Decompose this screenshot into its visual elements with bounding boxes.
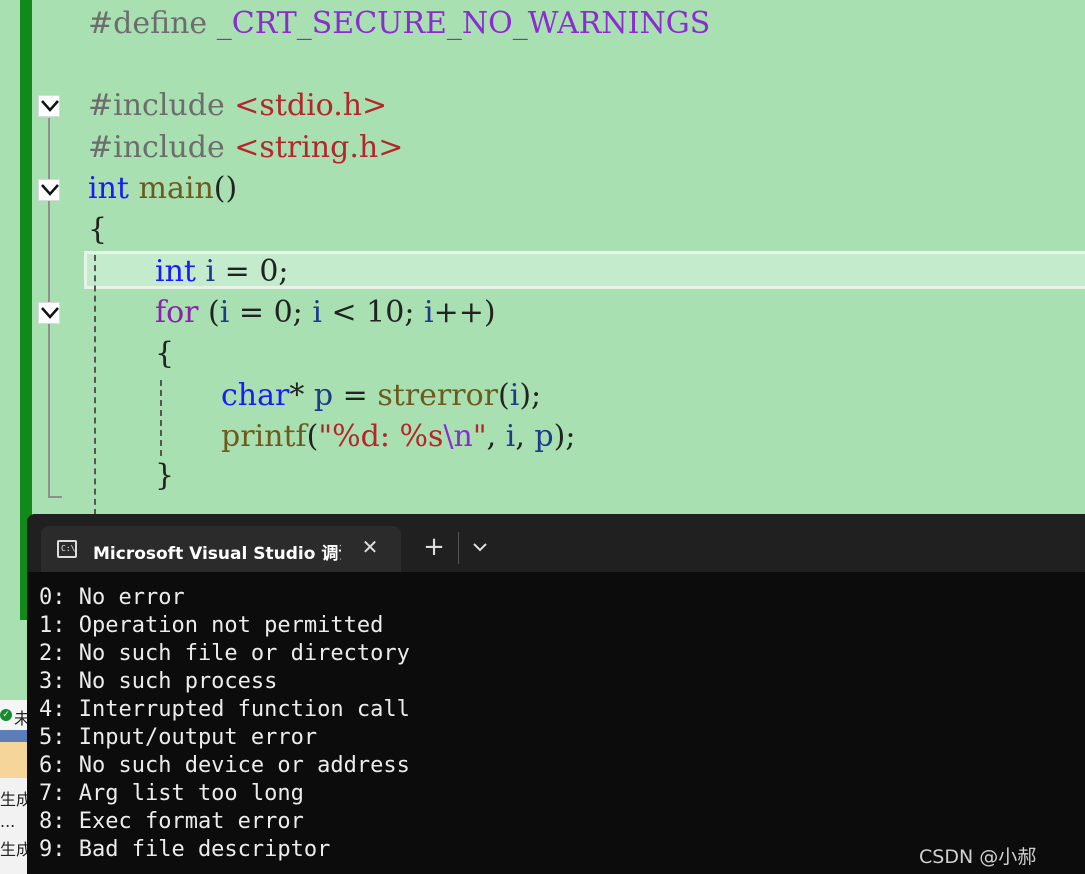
fold-guide-end [48, 496, 62, 498]
console-output-line: 1: Operation not permitted [39, 613, 384, 638]
chevron-down-icon [41, 100, 59, 112]
console-output-line: 7: Arg list too long [39, 781, 304, 806]
console-icon: C:\ [57, 540, 77, 558]
console-output-line: 8: Exec format error [39, 809, 304, 834]
close-icon[interactable]: ✕ [359, 536, 381, 558]
fold-toggle-for[interactable] [38, 302, 60, 324]
console-output-line: 9: Bad file descriptor [39, 837, 331, 862]
console-output-line: 4: Interrupted function call [39, 697, 410, 722]
terminal-tab-bar: C:\ Microsoft Visual Studio 调试控制台 ✕ + [27, 514, 1085, 572]
code-line-main: int main() [88, 171, 238, 206]
code-line-for: for (i = 0; i < 10; i++) [155, 295, 496, 330]
indent-guide-outer [94, 255, 96, 515]
console-output-line: 2: No such file or directory [39, 641, 410, 666]
code-line-inner-close: } [155, 458, 175, 493]
tab-bar-separator [458, 532, 459, 564]
code-line-include-stdio: #include <stdio.h> [88, 88, 388, 123]
fold-toggle-main[interactable] [38, 179, 60, 201]
console-output-line: 5: Input/output error [39, 725, 318, 750]
code-line-decl: int i = 0; [155, 254, 289, 289]
fold-toggle-includes[interactable] [38, 95, 60, 117]
chevron-down-icon [41, 184, 59, 196]
check-icon: ✓ [0, 709, 12, 721]
indent-guide-inner [160, 380, 162, 456]
code-line-open-brace: { [88, 212, 108, 247]
code-line-inner-open: { [155, 336, 175, 371]
underlying-panel-header [0, 730, 27, 742]
code-line-printf: printf("%d: %s\n", i, p); [221, 419, 576, 454]
code-line-include-string: #include <string.h> [88, 130, 404, 165]
new-tab-button[interactable]: + [423, 534, 445, 560]
console-output[interactable]: 0: No error 1: Operation not permitted 2: … [39, 584, 410, 864]
editor-left-margin [0, 0, 20, 620]
underlying-panel-text: ... [0, 812, 16, 831]
chevron-down-icon [41, 307, 59, 319]
chevron-down-icon[interactable] [469, 536, 491, 558]
console-output-line: 0: No error [39, 585, 185, 610]
console-output-line: 3: No such process [39, 669, 278, 694]
console-output-line: 6: No such device or address [39, 753, 410, 778]
underlying-panel-highlight [0, 742, 27, 778]
code-line-strerror: char* p = strerror(i); [221, 378, 542, 413]
code-line-define: #define _CRT_SECURE_NO_WARNINGS [88, 6, 711, 41]
tab-debug-console[interactable]: C:\ Microsoft Visual Studio 调试控制台 ✕ [41, 526, 401, 572]
debug-console-window[interactable]: C:\ Microsoft Visual Studio 调试控制台 ✕ + 0:… [27, 514, 1085, 874]
tab-title: Microsoft Visual Studio 调试控制台 [93, 544, 341, 564]
watermark: CSDN @小郝 [919, 846, 1037, 868]
